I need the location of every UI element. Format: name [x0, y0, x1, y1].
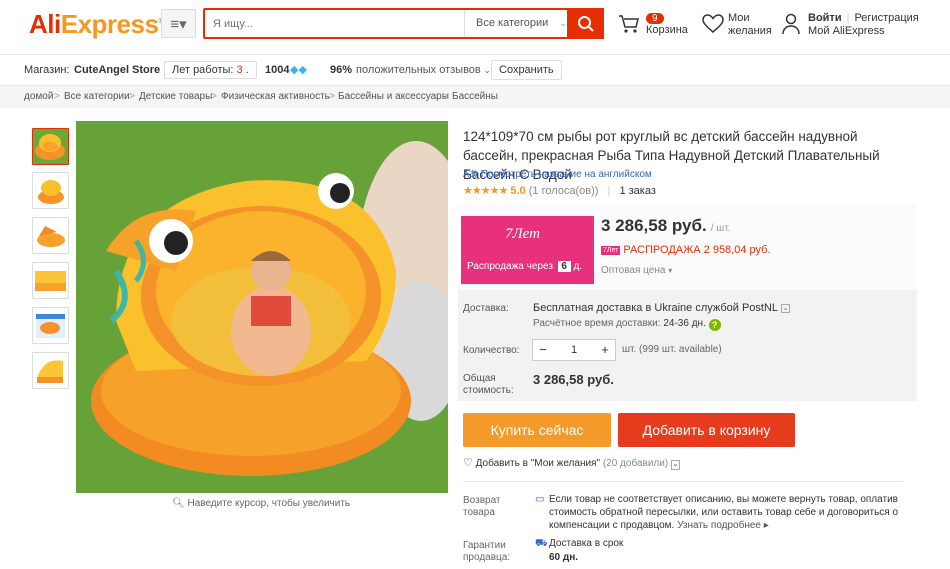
search-bar: Все категории ⌄ — [203, 8, 604, 39]
sale-badge-icon: 7Лет — [601, 246, 621, 255]
sale-price: 7Лет РАСПРОДАЖА 2 958,04 руб. — [601, 244, 771, 256]
search-icon — [577, 15, 594, 32]
caret-down-icon: ▾ — [668, 266, 673, 275]
heart-plus-icon: ♡ — [463, 457, 473, 469]
translate-icon: Aあ — [463, 169, 479, 179]
account-link[interactable] — [781, 13, 801, 38]
positive-feedback-label[interactable]: положительных отзывов ⌄ — [356, 64, 491, 76]
store-bar: Магазин: CuteAngel Store Лет работы: 3 .… — [0, 55, 950, 86]
gallery-thumb[interactable] — [32, 128, 69, 165]
store-years-badge: Лет работы: 3 . — [164, 61, 257, 79]
shipping-label: Доставка: — [463, 303, 509, 314]
add-to-wishlist-link[interactable]: ♡ Добавить в "Мои желания" (20 добавили)… — [463, 456, 680, 470]
wishlist-label[interactable]: Мои желания — [728, 12, 772, 38]
votes-link[interactable]: (1 голоса(ов)) — [529, 185, 599, 197]
add-to-cart-button[interactable]: Добавить в корзину — [618, 413, 795, 447]
wholesale-price-toggle[interactable]: Оптовая цена ▾ — [601, 265, 672, 276]
delivery-estimate: Расчётное время доставки: 24-36 дн. ? — [533, 318, 721, 331]
gallery-thumb[interactable] — [32, 262, 69, 299]
view-english-name-link[interactable]: Aあ Посмотреть название на английском — [463, 167, 652, 180]
search-button[interactable] — [567, 8, 604, 39]
rating-stars: ★★★★★ — [463, 185, 508, 197]
help-icon[interactable]: ? — [708, 319, 721, 331]
breadcrumb-item[interactable]: домой — [24, 91, 53, 102]
quantity-available: шт. (999 шт. available) — [622, 344, 722, 355]
promo-logo: 7Лет — [505, 226, 540, 242]
gallery-thumb[interactable] — [32, 172, 69, 209]
divider — [463, 481, 903, 482]
chevron-down-icon: ⌄ — [781, 304, 791, 313]
returns-label: Возврат товара — [463, 495, 501, 518]
user-icon — [782, 13, 800, 35]
cart-label[interactable]: Корзина — [646, 24, 688, 37]
sale-promo-banner: 7Лет Распродажа через 6 д. — [461, 216, 594, 284]
hamburger-icon: ≡▾ — [170, 15, 187, 33]
login-link[interactable]: Войти — [808, 12, 842, 24]
diamond-icon: ◆◆ — [290, 64, 307, 76]
on-time-delivery-guarantee: Доставка в срок 60 дн. — [549, 538, 624, 563]
seller-guarantee-label: Гарантии продавца: — [463, 540, 511, 563]
wishlist-link[interactable] — [702, 14, 724, 37]
breadcrumb-item[interactable]: Бассейны и аксессуары — [338, 91, 449, 102]
zoom-hint: 🔍︎ Наведите курсор, чтобы увеличить — [172, 498, 351, 509]
store-score: 1004 — [265, 64, 290, 76]
my-aliexpress-link[interactable]: Мой AliExpress — [808, 25, 919, 38]
rating-row: ★★★★★ 5.0 (1 голоса(ов)) | 1 заказ — [463, 185, 656, 197]
quantity-stepper: − 1 + — [532, 339, 616, 361]
breadcrumb-item[interactable]: Детские товары — [139, 91, 212, 102]
quantity-decrease-button[interactable]: − — [533, 340, 553, 360]
cart-icon — [619, 15, 639, 33]
positive-feedback-percent: 96% — [330, 64, 353, 76]
delivery-truck-icon: ⛟ — [535, 538, 548, 549]
cart-link[interactable] — [618, 13, 640, 38]
save-store-button[interactable]: Сохранить — [491, 60, 562, 80]
learn-more-link[interactable]: Узнать подробнее ▸ — [677, 520, 769, 531]
breadcrumb-item[interactable]: Все категории — [64, 91, 130, 102]
breadcrumb-item[interactable]: Физическая активность — [221, 91, 330, 102]
chevron-down-icon: ⌄ — [670, 460, 680, 470]
rating-value: 5.0 — [510, 185, 526, 197]
quantity-input[interactable]: 1 — [553, 340, 595, 360]
search-category-select[interactable]: Все категории ⌄ — [464, 10, 567, 37]
product-price: 3 286,58 руб. / шт. — [601, 216, 731, 235]
returns-policy-text: Если товар не соответствует описанию, вы… — [549, 494, 899, 531]
register-link[interactable]: Регистрация — [854, 12, 918, 24]
search-input[interactable] — [213, 15, 453, 33]
cart-count-badge: 9 — [646, 13, 664, 24]
return-icon: ▭ — [535, 494, 545, 505]
site-header: AliExpress® ≡▾ Все категории ⌄ 9 Корзина… — [0, 0, 950, 55]
shipping-method-select[interactable]: Бесплатная доставка в Ukraine службой Po… — [533, 302, 791, 314]
gallery-thumb[interactable] — [32, 217, 69, 254]
promo-days-count: 6 — [557, 261, 571, 272]
total-label: Общая стоимость: — [463, 373, 514, 396]
gallery-thumb[interactable] — [32, 307, 69, 344]
quantity-label: Количество: — [463, 345, 520, 356]
store-label: Магазин: — [24, 64, 70, 76]
orders-count: 1 заказ — [619, 185, 656, 197]
categories-menu-button[interactable]: ≡▾ — [161, 9, 196, 38]
main-product-image[interactable] — [76, 121, 448, 493]
heart-icon — [702, 14, 724, 33]
chevron-down-icon: ⌄ — [559, 18, 567, 28]
magnifier-icon: 🔍︎ — [172, 498, 185, 509]
breadcrumb-current: Бассейны — [452, 91, 498, 102]
store-name-link[interactable]: CuteAngel Store — [74, 64, 160, 76]
total-price: 3 286,58 руб. — [533, 372, 614, 387]
gallery-thumb[interactable] — [32, 352, 69, 389]
breadcrumb: домой > Все категории > Детские товары >… — [0, 86, 950, 108]
chevron-down-icon: ⌄ — [483, 66, 491, 75]
quantity-increase-button[interactable]: + — [595, 340, 615, 360]
aliexpress-logo[interactable]: AliExpress® — [29, 9, 164, 40]
buy-now-button[interactable]: Купить сейчас — [463, 413, 611, 447]
